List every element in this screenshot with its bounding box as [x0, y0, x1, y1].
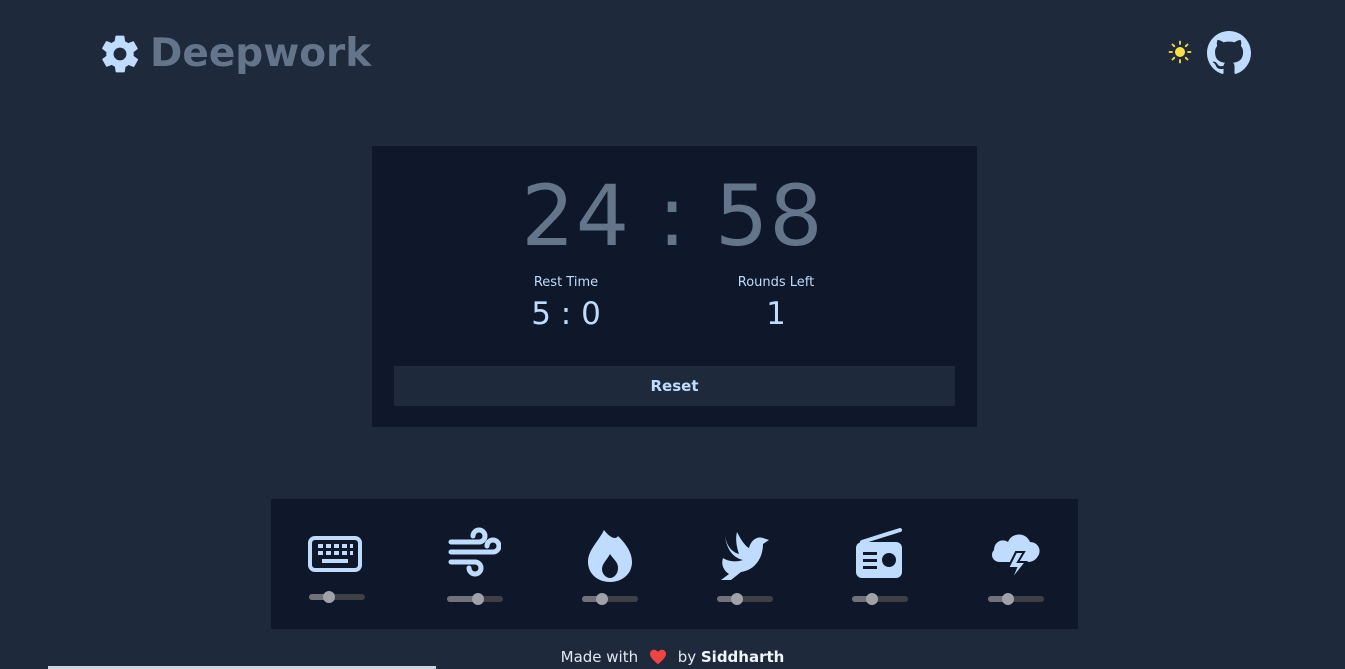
- keyboard-icon[interactable]: [307, 524, 363, 582]
- dove-icon[interactable]: [715, 524, 771, 582]
- theme-toggle-button[interactable]: [1166, 38, 1194, 66]
- rounds-left-stat: Rounds Left 1: [706, 275, 846, 334]
- sun-icon: [1168, 40, 1192, 64]
- volume-slider-keyboard[interactable]: [309, 591, 365, 603]
- rest-time-value: 5 : 0: [531, 296, 601, 332]
- radio-icon[interactable]: [850, 524, 906, 582]
- rest-time-stat: Rest Time 5 : 0: [496, 275, 636, 334]
- sound-fire: [573, 520, 643, 612]
- sound-birds: [708, 520, 778, 612]
- footer: Made with by Siddharth: [0, 646, 1345, 668]
- sound-radio: [843, 520, 913, 612]
- sounds-panel: [271, 499, 1078, 629]
- main-timer-display: 24 : 58: [521, 167, 824, 265]
- github-link[interactable]: [1207, 31, 1251, 75]
- heart-icon: [649, 649, 666, 665]
- volume-slider-wind[interactable]: [447, 593, 503, 605]
- footer-by: by: [677, 648, 697, 666]
- volume-slider-fire[interactable]: [582, 593, 638, 605]
- footer-author-link[interactable]: Siddharth: [701, 648, 784, 666]
- sound-storm: [979, 520, 1049, 612]
- footer-made-with: Made with: [560, 648, 639, 666]
- gear-icon: [102, 35, 139, 73]
- thunderstorm-icon[interactable]: [986, 524, 1042, 582]
- wind-icon[interactable]: [445, 524, 501, 582]
- rounds-left-value: 1: [766, 296, 786, 332]
- sound-keyboard: [300, 520, 370, 612]
- volume-slider-birds[interactable]: [717, 593, 773, 605]
- app-title: Deepwork: [150, 31, 372, 76]
- reset-button[interactable]: Reset: [394, 366, 955, 406]
- header: Deepwork: [0, 0, 1345, 110]
- rest-time-label: Rest Time: [533, 275, 599, 290]
- volume-slider-radio[interactable]: [852, 593, 908, 605]
- rounds-left-label: Rounds Left: [737, 275, 815, 290]
- fire-icon[interactable]: [580, 524, 636, 582]
- github-icon: [1207, 31, 1251, 74]
- brand-logo-link[interactable]: Deepwork: [98, 30, 371, 78]
- volume-slider-storm[interactable]: [988, 593, 1044, 605]
- sound-wind: [438, 520, 508, 612]
